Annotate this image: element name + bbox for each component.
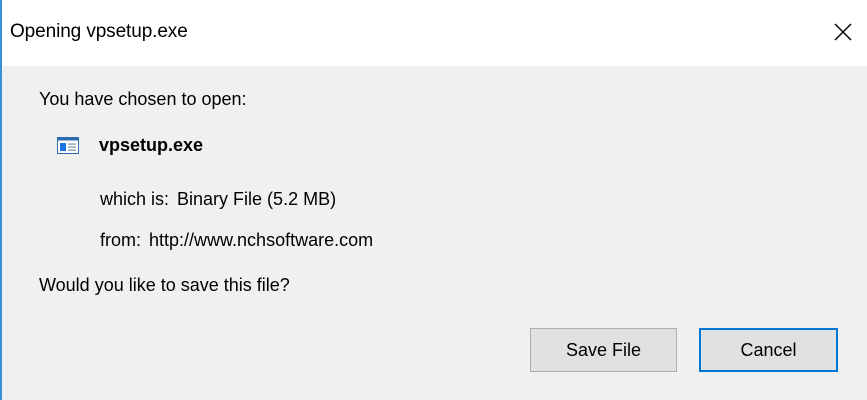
file-source-label: from: (100, 230, 142, 250)
close-icon (834, 23, 852, 41)
dialog-content: You have chosen to open: vpsetup.exe whi… (2, 66, 867, 400)
file-type-value: Binary File (5.2 MB) (177, 189, 337, 209)
file-source-value: http://www.nchsoftware.com (149, 230, 374, 250)
file-name: vpsetup.exe (99, 135, 204, 155)
dialog-title: Opening vpsetup.exe (10, 21, 188, 42)
executable-file-icon (57, 137, 79, 154)
intro-text: You have chosen to open: (39, 89, 247, 109)
download-dialog: Opening vpsetup.exe You have chosen to o… (0, 0, 867, 400)
cancel-button[interactable]: Cancel (699, 328, 838, 372)
file-type-label: which is: (100, 189, 170, 209)
file-source-row: from: http://www.nchsoftware.com (100, 230, 373, 251)
save-question: Would you like to save this file? (39, 275, 290, 295)
file-type-row: which is: Binary File (5.2 MB) (100, 189, 336, 210)
save-file-button[interactable]: Save File (530, 328, 677, 372)
title-bar[interactable]: Opening vpsetup.exe (2, 0, 867, 66)
close-button[interactable] (822, 14, 864, 50)
file-row: vpsetup.exe (57, 135, 203, 156)
